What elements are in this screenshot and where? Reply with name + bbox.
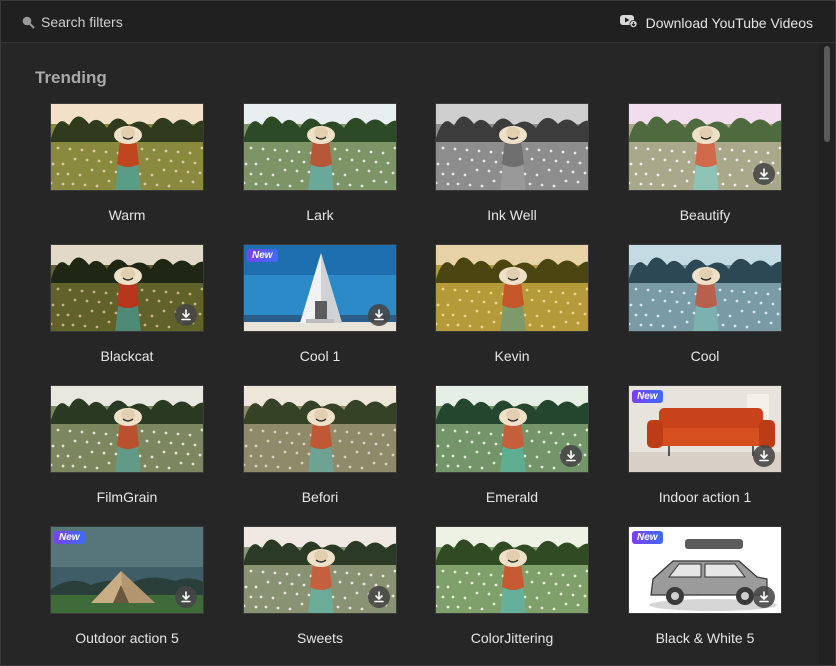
filter-grid: Warm Lark Ink Well Beautify Blackcat New Cool … [1,44,819,665]
filter-thumbnail[interactable] [243,385,397,473]
new-badge: New [632,390,663,403]
scrollbar-thumb[interactable] [824,46,830,142]
filter-thumbnail[interactable] [628,244,782,332]
top-bar: Search filters Download YouTube Videos [1,1,835,43]
filter-label: FilmGrain [96,489,158,505]
filter-tile[interactable]: New Cool 1 [243,244,397,364]
filter-thumbnail[interactable]: New [50,526,204,614]
filter-thumbnail[interactable] [435,244,589,332]
filter-label: Warm [108,207,146,223]
filter-label: Kevin [494,348,530,364]
filter-label: Blackcat [100,348,154,364]
download-icon[interactable] [368,304,390,326]
filter-preview-image [244,386,396,472]
filter-label: ColorJittering [470,630,554,646]
filter-tile[interactable]: ColorJittering [435,526,589,646]
filter-thumbnail[interactable] [243,526,397,614]
download-icon[interactable] [753,586,775,608]
filter-tile[interactable]: Beautify [628,103,782,223]
filter-preview-image [436,104,588,190]
search-placeholder: Search filters [41,14,123,30]
filter-label: Cool [690,348,720,364]
filter-thumbnail[interactable] [50,385,204,473]
filter-tile[interactable]: New Indoor action 1 [628,385,782,505]
filter-thumbnail[interactable]: New [628,385,782,473]
filter-label: Black & White 5 [655,630,755,646]
filters-content: Trending Warm Lark Ink Well Beautify Blackca… [1,44,819,665]
filter-label: Cool 1 [299,348,341,364]
filter-preview-image [244,104,396,190]
filter-tile[interactable]: New Outdoor action 5 [50,526,204,646]
filter-tile[interactable]: Lark [243,103,397,223]
download-icon[interactable] [560,445,582,467]
filter-tile[interactable]: Sweets [243,526,397,646]
filter-thumbnail[interactable]: New [243,244,397,332]
new-badge: New [632,531,663,544]
filter-tile[interactable]: Cool [628,244,782,364]
filter-tile[interactable]: Emerald [435,385,589,505]
filter-thumbnail[interactable]: New [628,526,782,614]
filter-preview-image [436,245,588,331]
filter-thumbnail[interactable] [243,103,397,191]
filter-preview-image [629,245,781,331]
filter-tile[interactable]: Ink Well [435,103,589,223]
youtube-download-icon [619,14,638,33]
download-icon[interactable] [175,586,197,608]
filter-thumbnail[interactable] [435,526,589,614]
filter-tile[interactable]: Befori [243,385,397,505]
filter-thumbnail[interactable] [628,103,782,191]
download-icon[interactable] [368,586,390,608]
filter-label: Lark [306,207,334,223]
new-badge: New [54,531,85,544]
filter-label: Ink Well [487,207,537,223]
download-youtube-videos-label: Download YouTube Videos [645,15,813,31]
filter-label: Beautify [679,207,731,223]
filter-thumbnail[interactable] [435,385,589,473]
filter-preview-image [51,386,203,472]
filter-label: Emerald [485,489,539,505]
filter-tile[interactable]: New Black & White 5 [628,526,782,646]
search-filters-input[interactable]: Search filters [21,12,123,32]
filter-tile[interactable]: Warm [50,103,204,223]
filter-thumbnail[interactable] [50,244,204,332]
new-badge: New [247,249,278,262]
filter-label: Befori [301,489,339,505]
filters-panel: Search filters Download YouTube Videos T… [0,0,836,666]
download-icon[interactable] [753,163,775,185]
filter-preview-image [51,104,203,190]
download-icon[interactable] [753,445,775,467]
filter-tile[interactable]: Blackcat [50,244,204,364]
filter-thumbnail[interactable] [435,103,589,191]
filter-preview-image [436,527,588,613]
filter-label: Sweets [297,630,343,646]
filter-label: Outdoor action 5 [75,630,179,646]
filter-thumbnail[interactable] [50,103,204,191]
search-icon [21,15,35,29]
filter-tile[interactable]: FilmGrain [50,385,204,505]
scrollbar[interactable] [819,44,835,665]
download-icon[interactable] [175,304,197,326]
download-youtube-videos-button[interactable]: Download YouTube Videos [619,13,813,33]
filter-tile[interactable]: Kevin [435,244,589,364]
filter-label: Indoor action 1 [658,489,752,505]
